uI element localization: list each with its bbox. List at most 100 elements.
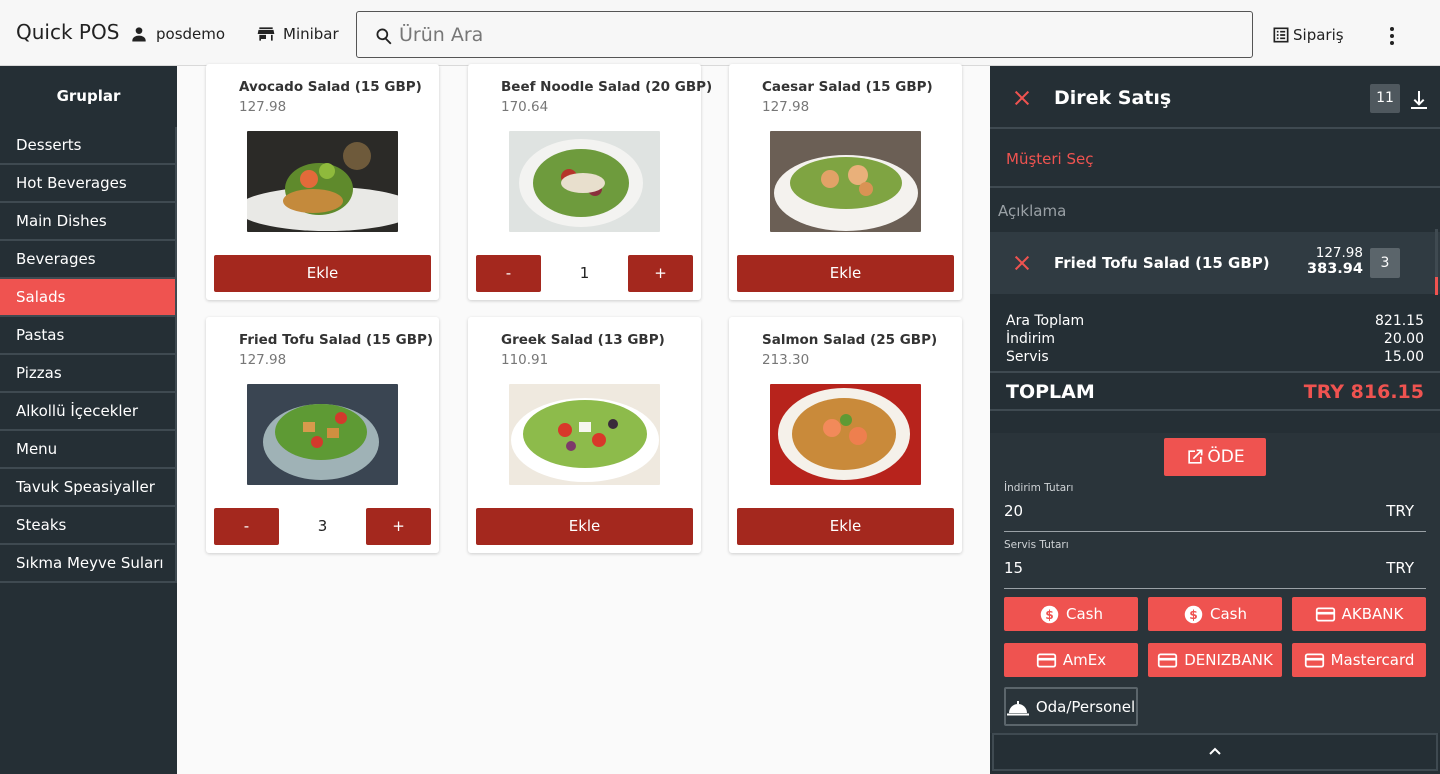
product-card: Beef Noodle Salad (20 GBP) 170.64 - 1 + (468, 64, 712, 300)
payment-akbank-button[interactable]: AKBANK (1292, 597, 1426, 631)
order-panel-header: Direk Satış 11 (990, 66, 1440, 129)
subtotal-value: 821.15 (1375, 313, 1424, 329)
product-image (770, 384, 921, 485)
sidebar-item-menu[interactable]: Menu (0, 431, 177, 469)
payment-method-label: AKBANK (1341, 605, 1404, 623)
payment-cash-button[interactable]: $ Cash (1148, 597, 1282, 631)
collapse-bar[interactable] (992, 733, 1438, 771)
sidebar-item-tavuk-speasiyaller[interactable]: Tavuk Speasiyaller (0, 469, 177, 507)
description-field[interactable] (990, 188, 1440, 232)
download-icon[interactable] (1410, 90, 1428, 110)
payment-cash-button[interactable]: $ Cash (1004, 597, 1138, 631)
subtotal-label: Ara Toplam (1006, 313, 1085, 329)
product-price: 170.64 (501, 99, 549, 115)
payment-method-label: Cash (1066, 605, 1103, 623)
discount-currency: TRY (1386, 502, 1414, 520)
open-in-new-icon (1188, 449, 1203, 464)
close-icon[interactable] (1013, 89, 1031, 107)
product-price: 127.98 (239, 352, 287, 368)
grand-total-label: TOPLAM (1006, 381, 1095, 403)
product-name: Salmon Salad (25 GBP) (762, 332, 938, 348)
add-button[interactable]: Ekle (737, 508, 954, 545)
sidebar-title: Gruplar (56, 87, 121, 105)
user-menu[interactable]: posdemo (129, 24, 225, 44)
order-list-scrollbar[interactable] (1435, 229, 1438, 295)
search-input[interactable] (399, 20, 1219, 50)
sidebar-item-sikma-meyve-sulari[interactable]: Sıkma Meyve Suları (0, 545, 177, 583)
customer-select-link[interactable]: Müşteri Seç (1006, 150, 1093, 168)
quantity-value: 3 (317, 517, 328, 535)
payment-method-label: DENIZBANK (1184, 651, 1273, 669)
credit-card-icon (1304, 653, 1324, 667)
product-card: Fried Tofu Salad (15 GBP) 127.98 - 3 + (206, 317, 439, 553)
order-title: Direk Satış (1054, 87, 1172, 109)
description-input[interactable] (998, 198, 1428, 224)
room-staff-button[interactable]: Oda/Personel (1004, 687, 1138, 726)
payment-method-label: Cash (1210, 605, 1247, 623)
order-line-item[interactable]: Fried Tofu Salad (15 GBP) 127.98 383.94 … (990, 232, 1440, 294)
payment-mastercard-button[interactable]: Mastercard (1292, 643, 1426, 677)
decrease-quantity-button[interactable]: - (214, 508, 279, 545)
product-name: Fried Tofu Salad (15 GBP) (239, 332, 434, 348)
sidebar-item-steaks[interactable]: Steaks (0, 507, 177, 545)
sidebar-item-pizzas[interactable]: Pizzas (0, 355, 177, 393)
top-bar: Quick POS posdemo Minibar Sipariş (0, 0, 1440, 66)
item-count-badge: 11 (1370, 84, 1400, 113)
increase-quantity-button[interactable]: + (628, 255, 693, 292)
category-list: Desserts Hot Beverages Main Dishes Bever… (0, 127, 177, 583)
increase-quantity-button[interactable]: + (366, 508, 431, 545)
category-sidebar: Gruplar Desserts Hot Beverages Main Dish… (0, 66, 177, 774)
sidebar-item-desserts[interactable]: Desserts (0, 127, 177, 165)
pay-button[interactable]: ÖDE (1164, 438, 1266, 476)
pay-label: ÖDE (1207, 447, 1245, 467)
search-icon (376, 28, 392, 45)
discount-amount-field[interactable]: İndirim Tutarı 20 TRY (1004, 482, 1426, 532)
minibar-button[interactable]: Minibar (256, 24, 339, 44)
add-button[interactable]: Ekle (476, 508, 693, 545)
sidebar-item-alkollu-icecekler[interactable]: Alkollü İçecekler (0, 393, 177, 431)
customer-select-row[interactable]: Müşteri Seç (990, 129, 1440, 188)
search-box[interactable] (356, 11, 1253, 58)
service-amount-field[interactable]: Servis Tutarı 15 TRY (1004, 539, 1426, 589)
sidebar-item-main-dishes[interactable]: Main Dishes (0, 203, 177, 241)
list-icon (1273, 27, 1289, 43)
person-icon (132, 27, 146, 42)
credit-card-icon (1315, 607, 1335, 621)
discount-row: İndirim 20.00 (1006, 330, 1424, 348)
payment-denizbank-button[interactable]: DENIZBANK (1148, 643, 1282, 677)
payment-method-label: Mastercard (1330, 651, 1415, 669)
order-line-unit-price: 127.98 (1315, 245, 1363, 261)
order-label: Sipariş (1293, 26, 1344, 44)
product-name: Beef Noodle Salad (20 GBP) (501, 79, 713, 95)
product-name: Greek Salad (13 GBP) (501, 332, 665, 348)
order-line-name: Fried Tofu Salad (15 GBP) (1054, 254, 1270, 272)
discount-amount-input[interactable]: 20 (1004, 502, 1023, 520)
service-amount-label: Servis Tutarı (1004, 539, 1069, 551)
decrease-quantity-button[interactable]: - (476, 255, 541, 292)
svg-text:$: $ (1045, 607, 1054, 621)
payment-method-label: AmEx (1062, 651, 1107, 669)
grand-total-row: TOPLAM TRY 816.15 (990, 371, 1440, 411)
add-button[interactable]: Ekle (214, 255, 431, 292)
discount-amount-label: İndirim Tutarı (1004, 482, 1074, 494)
product-grid: Avocado Salad (15 GBP) 127.98 Ekle Beef … (177, 64, 990, 774)
quantity-value: 1 (579, 264, 590, 282)
add-button[interactable]: Ekle (737, 255, 954, 292)
order-line-quantity[interactable]: 3 (1370, 248, 1400, 278)
sidebar-item-hot-beverages[interactable]: Hot Beverages (0, 165, 177, 203)
service-amount-input[interactable]: 15 (1004, 559, 1023, 577)
product-price: 110.91 (501, 352, 549, 368)
order-button[interactable]: Sipariş (1271, 25, 1344, 45)
remove-item-icon[interactable] (1013, 254, 1031, 272)
product-card: Caesar Salad (15 GBP) 127.98 Ekle (729, 64, 962, 300)
minibar-label: Minibar (283, 25, 339, 43)
store-icon (257, 27, 275, 41)
sidebar-item-beverages[interactable]: Beverages (0, 241, 177, 279)
user-name: posdemo (156, 25, 226, 43)
payment-amex-button[interactable]: AmEx (1004, 643, 1138, 677)
product-name: Caesar Salad (15 GBP) (762, 79, 933, 95)
totals-summary: Ara Toplam 821.15 İndirim 20.00 Servis 1… (1006, 312, 1424, 366)
sidebar-item-salads[interactable]: Salads (0, 279, 177, 317)
more-vert-icon[interactable] (1382, 24, 1402, 46)
sidebar-item-pastas[interactable]: Pastas (0, 317, 177, 355)
